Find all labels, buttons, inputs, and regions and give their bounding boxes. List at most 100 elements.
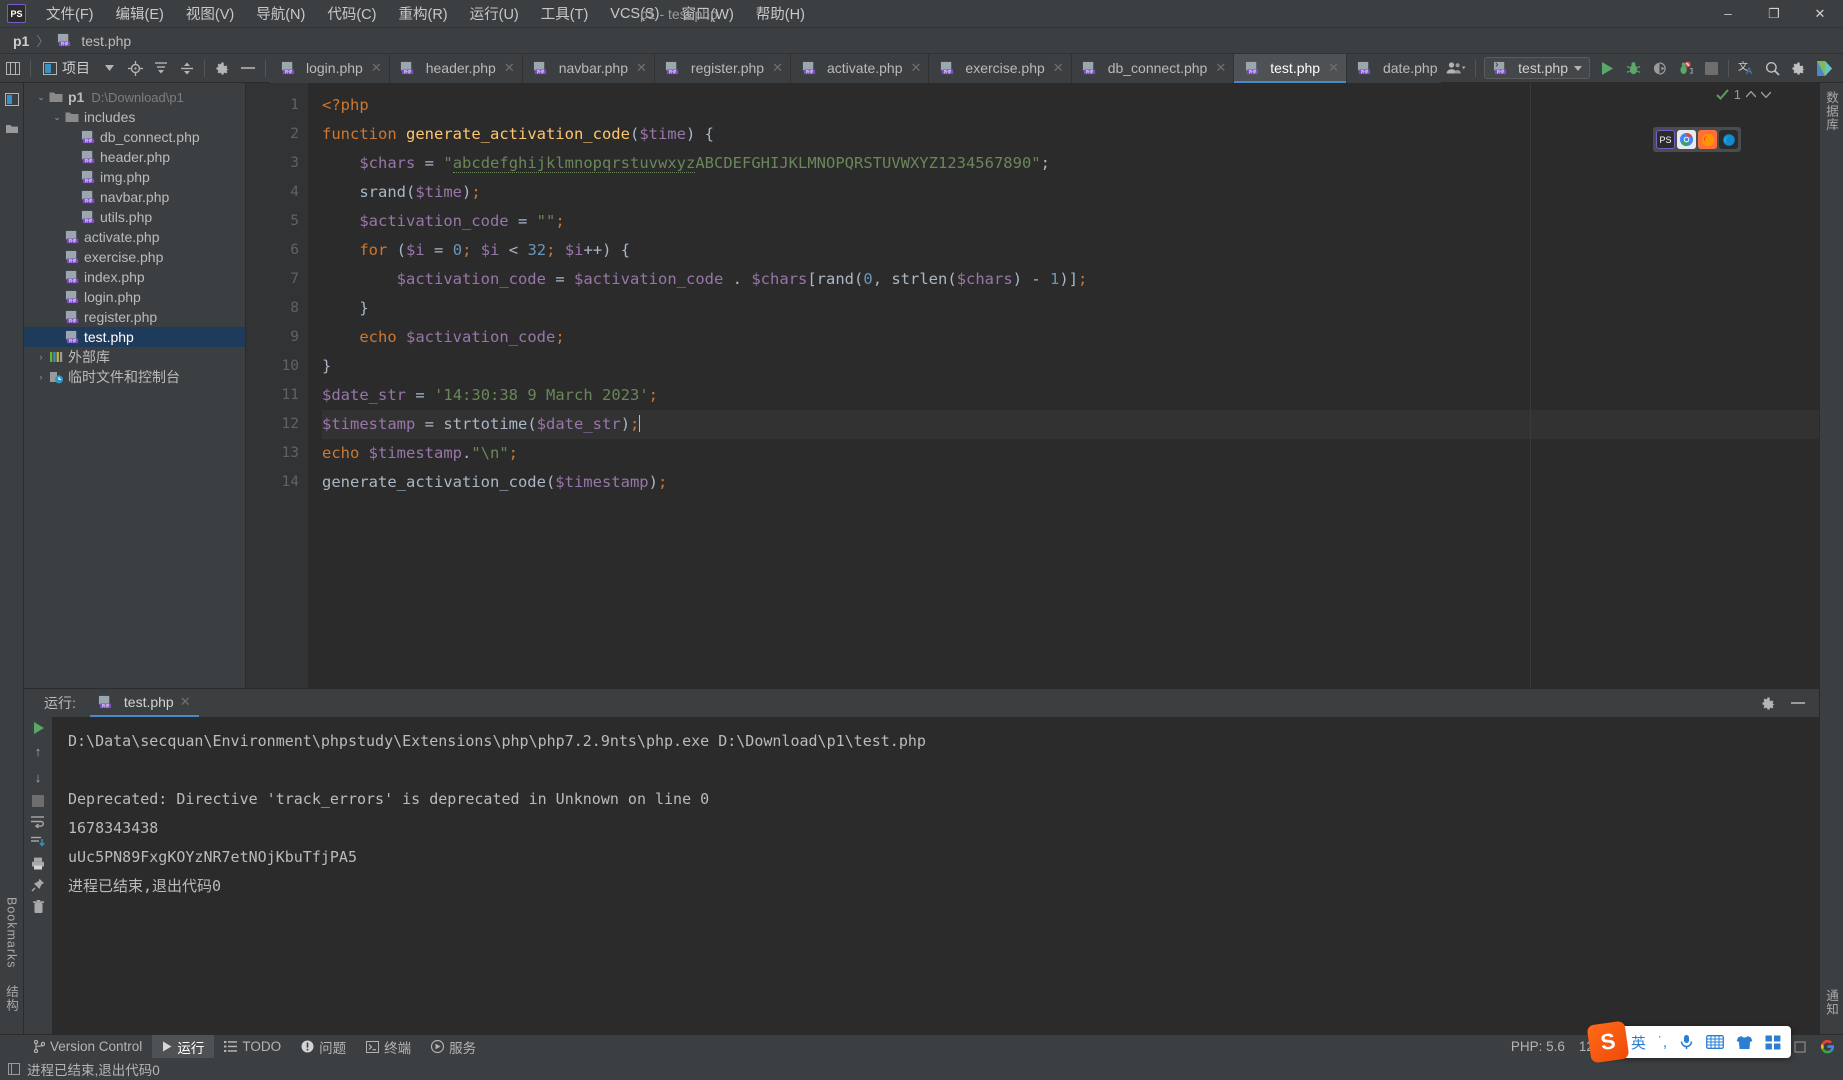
maximize-button[interactable]: ❐ xyxy=(1751,0,1797,28)
collapse-all-icon[interactable] xyxy=(148,54,174,83)
settings-icon[interactable] xyxy=(1785,54,1811,83)
tree-row-exercise-php[interactable]: PHP exercise.php xyxy=(24,247,245,267)
menu-navigate[interactable]: 导航(N) xyxy=(245,0,316,27)
apps-icon[interactable] xyxy=(1765,1035,1781,1050)
hide-panel-icon[interactable] xyxy=(1785,689,1811,718)
gear-icon[interactable] xyxy=(209,54,235,83)
editor-tab-db-connect-php[interactable]: PHP db_connect.php ✕ xyxy=(1072,53,1235,83)
tree-row-header-php[interactable]: PHP header.php xyxy=(24,147,245,167)
run-icon[interactable] xyxy=(1594,54,1620,83)
keyboard-icon[interactable] xyxy=(1706,1035,1724,1049)
expand-all-icon[interactable] xyxy=(174,54,200,83)
commit-tool-icon[interactable] xyxy=(0,115,24,141)
ime-punctuation-icon[interactable]: ˙, xyxy=(1658,1034,1667,1051)
scroll-down-icon[interactable]: ↓ xyxy=(35,769,42,787)
google-icon[interactable] xyxy=(1820,1039,1835,1054)
chevron-down-icon[interactable] xyxy=(96,54,122,83)
firefox-preview-icon[interactable] xyxy=(1698,130,1717,149)
run-configuration-selector[interactable]: PHP test.php xyxy=(1484,57,1590,79)
editor-tab-test-php[interactable]: PHP test.php ✕ xyxy=(1234,53,1347,83)
tree-row-login-php[interactable]: PHP login.php xyxy=(24,287,245,307)
close-icon[interactable]: ✕ xyxy=(911,60,922,76)
tree-row-register-php[interactable]: PHP register.php xyxy=(24,307,245,327)
tool-windows-icon[interactable] xyxy=(0,54,26,83)
chrome-preview-icon[interactable] xyxy=(1677,130,1696,149)
close-icon[interactable]: ✕ xyxy=(1215,60,1226,76)
menu-help[interactable]: 帮助(H) xyxy=(745,0,816,27)
tree-row-scratches[interactable]: › 临时文件和控制台 xyxy=(24,367,245,387)
locate-file-icon[interactable] xyxy=(122,54,148,83)
editor-tab-activate-php[interactable]: PHP activate.php ✕ xyxy=(791,53,930,83)
chevron-down-icon[interactable]: ⌄ xyxy=(34,92,48,103)
code-editor[interactable]: 1 2− 3 4 5 6− 7 8⌐ 9 10⌐ 11 12 13 14 xyxy=(246,83,1819,688)
print-icon[interactable] xyxy=(31,857,45,870)
status-problems[interactable]: 问题 xyxy=(291,1035,356,1059)
editor-tab-login-php[interactable]: PHP login.php ✕ xyxy=(270,53,390,83)
tree-row-activate-php[interactable]: PHP activate.php xyxy=(24,227,245,247)
tree-row-navbar-php[interactable]: PHP navbar.php xyxy=(24,187,245,207)
scroll-up-icon[interactable]: ↑ xyxy=(35,743,42,761)
editor-tab-header-php[interactable]: PHP header.php ✕ xyxy=(390,53,523,83)
tree-row-p1[interactable]: ⌄ p1 D:\Download\p1 xyxy=(24,87,245,107)
stop-output-icon[interactable] xyxy=(32,795,44,807)
status-services[interactable]: 服务 xyxy=(421,1035,486,1059)
editor-tab-navbar-php[interactable]: PHP navbar.php ✕ xyxy=(523,53,655,83)
close-icon[interactable]: ✕ xyxy=(1328,60,1339,76)
mic-icon[interactable] xyxy=(1679,1034,1694,1050)
status-run[interactable]: 运行 xyxy=(152,1034,215,1059)
menu-edit[interactable]: 编辑(E) xyxy=(105,0,175,27)
skin-icon[interactable] xyxy=(1736,1035,1753,1050)
console-output[interactable]: D:\Data\secquan\Environment\phpstudy\Ext… xyxy=(52,717,1819,1034)
database-tool-button[interactable]: 数据库 xyxy=(1822,83,1841,140)
menu-refactor[interactable]: 重构(R) xyxy=(387,0,458,27)
chevron-right-icon[interactable]: › xyxy=(34,352,48,362)
sogou-logo-icon[interactable]: S xyxy=(1586,1020,1630,1064)
status-terminal[interactable]: 终端 xyxy=(356,1035,421,1059)
soft-wrap-icon[interactable] xyxy=(31,815,45,828)
menu-view[interactable]: 视图(V) xyxy=(175,0,245,27)
status-todo[interactable]: TODO xyxy=(214,1035,291,1059)
menu-tools[interactable]: 工具(T) xyxy=(530,0,600,27)
chevron-down-icon[interactable]: ⌄ xyxy=(50,112,64,123)
status-php-version[interactable]: PHP: 5.6 xyxy=(1511,1039,1565,1054)
ide-product-icon[interactable] xyxy=(1811,54,1837,83)
scroll-to-end-icon[interactable] xyxy=(31,836,45,849)
stop-icon[interactable] xyxy=(1698,54,1724,83)
chevron-down-icon[interactable] xyxy=(1574,65,1582,71)
inspection-widget[interactable]: 1 xyxy=(1716,87,1771,102)
edge-preview-icon[interactable] xyxy=(1719,130,1738,149)
editor-tab-date-php[interactable]: PHP date.php ✕ xyxy=(1347,54,1441,83)
status-version-control[interactable]: Version Control xyxy=(24,1035,152,1059)
tree-row-img-php[interactable]: PHP img.php xyxy=(24,167,245,187)
notifications-tool-button[interactable]: 通知 xyxy=(1822,981,1841,1024)
close-icon[interactable]: ✕ xyxy=(1053,60,1064,76)
profile-icon[interactable] xyxy=(1672,54,1698,83)
close-button[interactable]: ✕ xyxy=(1797,0,1843,28)
search-everywhere-icon[interactable] xyxy=(1759,54,1785,83)
close-icon[interactable]: ✕ xyxy=(772,60,783,76)
phpstorm-preview-icon[interactable]: PS xyxy=(1656,130,1675,149)
close-icon[interactable]: ✕ xyxy=(504,60,515,76)
menu-code[interactable]: 代码(C) xyxy=(316,0,387,27)
hide-panel-icon[interactable] xyxy=(235,54,261,83)
status-lock-icon[interactable] xyxy=(1794,1041,1806,1053)
bookmarks-tool-button[interactable]: Bookmarks xyxy=(5,889,19,977)
translate-icon[interactable]: 文A xyxy=(1733,54,1759,83)
debug-icon[interactable] xyxy=(1620,54,1646,83)
tree-row-includes[interactable]: ⌄ includes xyxy=(24,107,245,127)
tree-row-test-php[interactable]: PHP test.php xyxy=(24,327,245,347)
close-icon[interactable]: ✕ xyxy=(180,694,191,710)
run-tab-test-php[interactable]: PHP test.php ✕ xyxy=(89,689,199,717)
menu-file[interactable]: 文件(F) xyxy=(35,0,105,27)
editor-tab-exercise-php[interactable]: PHP exercise.php ✕ xyxy=(929,53,1072,83)
structure-tool-button[interactable]: 结构 xyxy=(2,977,21,1020)
menu-run[interactable]: 运行(U) xyxy=(459,0,530,27)
delete-icon[interactable] xyxy=(32,900,45,914)
account-icon[interactable] xyxy=(1441,54,1471,83)
chevron-right-icon[interactable]: › xyxy=(34,372,48,382)
project-view-button[interactable]: 项目 xyxy=(35,58,96,78)
project-tool-icon[interactable] xyxy=(0,86,24,112)
rerun-icon[interactable] xyxy=(32,721,45,735)
code-text-area[interactable]: <?php function generate_activation_code(… xyxy=(308,83,1819,688)
pin-icon[interactable] xyxy=(31,878,45,892)
